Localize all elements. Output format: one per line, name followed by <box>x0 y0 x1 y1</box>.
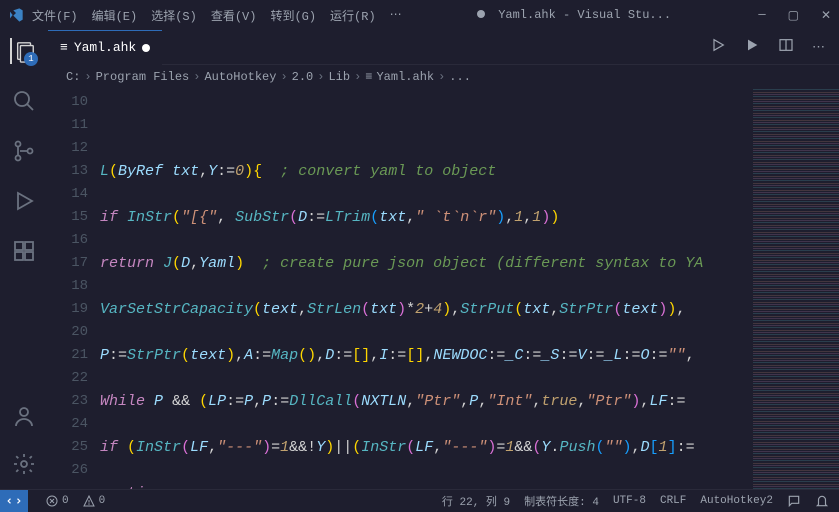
indent-status[interactable]: 制表符长度: 4 <box>524 493 599 509</box>
menu-more[interactable]: ⋯ <box>390 7 402 24</box>
maximize-button[interactable]: ▢ <box>788 8 799 23</box>
close-button[interactable]: ✕ <box>821 8 831 23</box>
run-debug-icon[interactable] <box>11 188 37 214</box>
tab-label: Yaml.ahk <box>74 40 136 55</box>
minimap[interactable] <box>753 89 839 489</box>
feedback-icon[interactable] <box>787 494 801 508</box>
remote-indicator-icon[interactable] <box>0 490 28 512</box>
split-editor-icon[interactable] <box>778 37 794 57</box>
dirty-indicator-icon <box>477 10 485 18</box>
titlebar: 文件(F) 编辑(E) 选择(S) 查看(V) 转到(G) 运行(R) ⋯ Ya… <box>0 0 839 30</box>
cursor-position[interactable]: 行 22, 列 9 <box>442 493 510 509</box>
more-actions-icon[interactable]: ⋯ <box>812 40 825 55</box>
run-fill-icon[interactable] <box>744 37 760 57</box>
run-outline-icon[interactable] <box>710 37 726 57</box>
menubar: 文件(F) 编辑(E) 选择(S) 查看(V) 转到(G) 运行(R) ⋯ <box>32 7 402 24</box>
encoding-status[interactable]: UTF-8 <box>613 495 646 507</box>
activity-bar: 1 <box>0 30 48 489</box>
statusbar: 0 0 行 22, 列 9 制表符长度: 4 UTF-8 CRLF AutoHo… <box>0 489 839 511</box>
settings-gear-icon[interactable] <box>11 451 37 477</box>
problems-warnings[interactable]: 0 <box>83 495 106 507</box>
line-gutter: 1011121314151617181920212223242526 <box>48 89 100 489</box>
minimize-button[interactable]: ─ <box>758 8 765 23</box>
menu-selection[interactable]: 选择(S) <box>151 7 197 24</box>
menu-file[interactable]: 文件(F) <box>32 7 78 24</box>
tab-dirty-icon <box>142 44 150 52</box>
eol-status[interactable]: CRLF <box>660 495 686 507</box>
menu-run[interactable]: 运行(R) <box>330 7 376 24</box>
extensions-icon[interactable] <box>11 238 37 264</box>
window-title: Yaml.ahk - Visual Stu... <box>402 8 747 22</box>
breadcrumb[interactable]: C:› Program Files› AutoHotkey› 2.0› Lib›… <box>48 65 839 89</box>
problems-errors[interactable]: 0 <box>46 495 69 507</box>
menu-view[interactable]: 查看(V) <box>211 7 257 24</box>
source-control-icon[interactable] <box>11 138 37 164</box>
search-icon[interactable] <box>11 88 37 114</box>
menu-go[interactable]: 转到(G) <box>270 7 316 24</box>
tab-yaml-ahk[interactable]: ≡ Yaml.ahk <box>48 30 162 65</box>
explorer-icon[interactable]: 1 <box>10 38 36 64</box>
editor-tabs: ≡ Yaml.ahk ⋯ <box>48 30 839 65</box>
explorer-badge: 1 <box>24 52 38 66</box>
notifications-bell-icon[interactable] <box>815 494 829 508</box>
language-status[interactable]: AutoHotkey2 <box>700 495 773 507</box>
code-editor[interactable]: L(ByRef txt,Y:=0){ ; convert yaml to obj… <box>100 89 839 489</box>
vscode-logo-icon <box>8 7 24 23</box>
menu-edit[interactable]: 编辑(E) <box>92 7 138 24</box>
account-icon[interactable] <box>11 403 37 429</box>
tab-doc-icon: ≡ <box>60 40 68 55</box>
